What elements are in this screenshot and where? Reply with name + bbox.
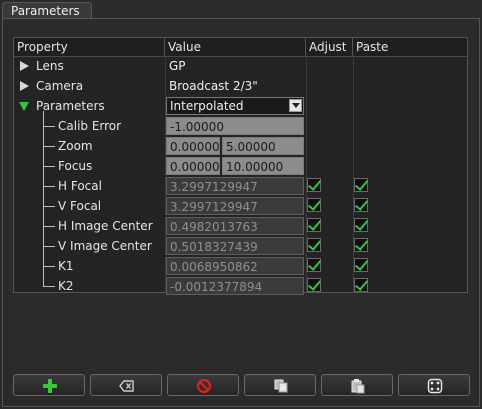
paste-button[interactable]	[321, 374, 393, 396]
tree-row-parameters[interactable]: Parameters Interpolated	[14, 96, 467, 116]
tree-row-focus: Focus 0.00000 10.00000	[14, 156, 467, 176]
paste-checkbox[interactable]	[354, 258, 368, 272]
h-focal-field[interactable]: 3.2997129947	[166, 177, 304, 195]
adjust-checkbox[interactable]	[307, 238, 321, 252]
focus-min-field[interactable]: 0.00000	[166, 157, 220, 175]
tree-row-lens[interactable]: Lens GP	[14, 56, 467, 76]
target-icon	[427, 378, 443, 394]
paste-checkbox[interactable]	[354, 238, 368, 252]
tree-row-k2: K2 -0.0012377894	[14, 276, 467, 296]
v-image-center-field[interactable]: 0.5018327439	[166, 237, 304, 255]
paste-checkbox[interactable]	[354, 178, 368, 192]
row-label: Calib Error	[58, 119, 122, 133]
backspace-icon	[119, 380, 134, 392]
adjust-checkbox[interactable]	[307, 178, 321, 192]
k1-field[interactable]: 0.0068950862	[166, 257, 304, 275]
paste-checkbox[interactable]	[354, 278, 368, 292]
tree-row-calib-error: Calib Error -1.00000	[14, 116, 467, 136]
tree-row-camera[interactable]: Camera Broadcast 2/3"	[14, 76, 467, 96]
row-label: Parameters	[36, 99, 105, 113]
dropdown-value: Interpolated	[170, 99, 244, 113]
row-label: H Image Center	[58, 219, 153, 233]
adjust-checkbox[interactable]	[307, 198, 321, 212]
k2-field[interactable]: -0.0012377894	[166, 277, 304, 295]
row-label: Lens	[36, 59, 64, 73]
header-adjust[interactable]: Adjust	[306, 38, 353, 56]
parameters-dropdown[interactable]: Interpolated	[166, 97, 304, 115]
chevron-down-icon[interactable]	[289, 99, 302, 112]
expand-arrow-icon[interactable]	[20, 81, 29, 91]
row-label: Focus	[58, 159, 93, 173]
row-label: K2	[58, 279, 74, 293]
clear-button[interactable]	[90, 374, 162, 396]
header-value[interactable]: Value	[165, 38, 306, 56]
row-label: V Focal	[58, 199, 102, 213]
no-entry-icon	[196, 378, 212, 394]
adjust-checkbox[interactable]	[307, 278, 321, 292]
tab-label: Parameters	[11, 4, 80, 18]
paste-icon	[351, 379, 365, 394]
tree-row-k1: K1 0.0068950862	[14, 256, 467, 276]
row-label: V Image Center	[58, 239, 152, 253]
disable-button[interactable]	[167, 374, 239, 396]
copy-button[interactable]	[244, 374, 316, 396]
adjust-checkbox[interactable]	[307, 258, 321, 272]
header-property[interactable]: Property	[14, 38, 165, 56]
calib-error-field[interactable]: -1.00000	[166, 117, 304, 135]
adjust-checkbox[interactable]	[307, 218, 321, 232]
property-tree: Property Value Adjust Paste Lens GP Came…	[13, 37, 468, 296]
v-focal-field[interactable]: 3.2997129947	[166, 197, 304, 215]
parameters-tab[interactable]: Parameters	[2, 2, 92, 18]
header-paste[interactable]: Paste	[353, 38, 467, 56]
copy-icon	[274, 379, 288, 393]
tree-row-v-image-center: V Image Center 0.5018327439	[14, 236, 467, 256]
h-image-center-field[interactable]: 0.4982013763	[166, 217, 304, 235]
tree-row-h-focal: H Focal 3.2997129947	[14, 176, 467, 196]
zoom-max-field[interactable]: 5.00000	[222, 137, 304, 155]
focus-max-field[interactable]: 10.00000	[222, 157, 304, 175]
paste-checkbox[interactable]	[354, 198, 368, 212]
expand-arrow-icon[interactable]	[20, 61, 29, 71]
paste-checkbox[interactable]	[354, 218, 368, 232]
add-button[interactable]	[13, 374, 85, 396]
tree-row-v-focal: V Focal 3.2997129947	[14, 196, 467, 216]
tree-row-h-image-center: H Image Center 0.4982013763	[14, 216, 467, 236]
row-label: K1	[58, 259, 74, 273]
row-label: Zoom	[58, 139, 93, 153]
plus-icon	[43, 379, 57, 393]
collapse-arrow-icon[interactable]	[19, 102, 29, 111]
zoom-min-field[interactable]: 0.00000	[166, 137, 220, 155]
row-label: H Focal	[58, 179, 102, 193]
camera-value: Broadcast 2/3"	[169, 79, 258, 93]
lens-value: GP	[169, 59, 186, 73]
tree-row-zoom: Zoom 0.00000 5.00000	[14, 136, 467, 156]
row-label: Camera	[36, 79, 84, 93]
tree-header: Property Value Adjust Paste	[14, 38, 467, 57]
center-button[interactable]	[398, 374, 470, 396]
